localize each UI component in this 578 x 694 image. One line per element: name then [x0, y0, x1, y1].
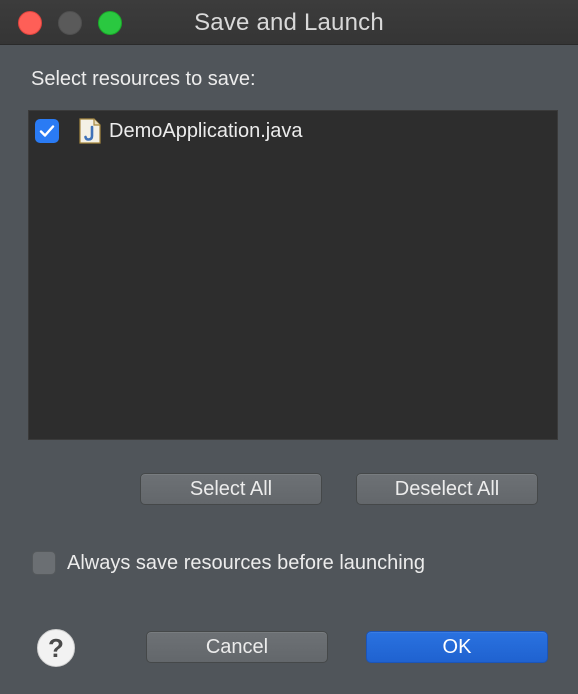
save-and-launch-dialog: Save and Launch Select resources to save… [0, 0, 578, 694]
dialog-title: Save and Launch [194, 9, 384, 36]
select-all-button[interactable]: Select All [140, 473, 322, 505]
always-save-label: Always save resources before launching [67, 551, 425, 574]
always-save-option[interactable]: Always save resources before launching [32, 549, 425, 577]
ok-button[interactable]: OK [366, 631, 548, 663]
list-item[interactable]: DemoApplication.java [35, 116, 302, 146]
java-file-icon [79, 118, 101, 144]
resource-name: DemoApplication.java [109, 119, 303, 142]
help-icon[interactable]: ? [37, 629, 75, 667]
resources-list[interactable]: DemoApplication.java [28, 110, 558, 440]
cancel-button[interactable]: Cancel [146, 631, 328, 663]
always-save-checkbox[interactable] [32, 551, 56, 575]
deselect-all-button[interactable]: Deselect All [356, 473, 538, 505]
resources-prompt: Select resources to save: [31, 68, 256, 90]
checkmark-icon [39, 125, 55, 137]
title-bar: Save and Launch [0, 0, 578, 45]
resource-checkbox[interactable] [35, 119, 59, 143]
